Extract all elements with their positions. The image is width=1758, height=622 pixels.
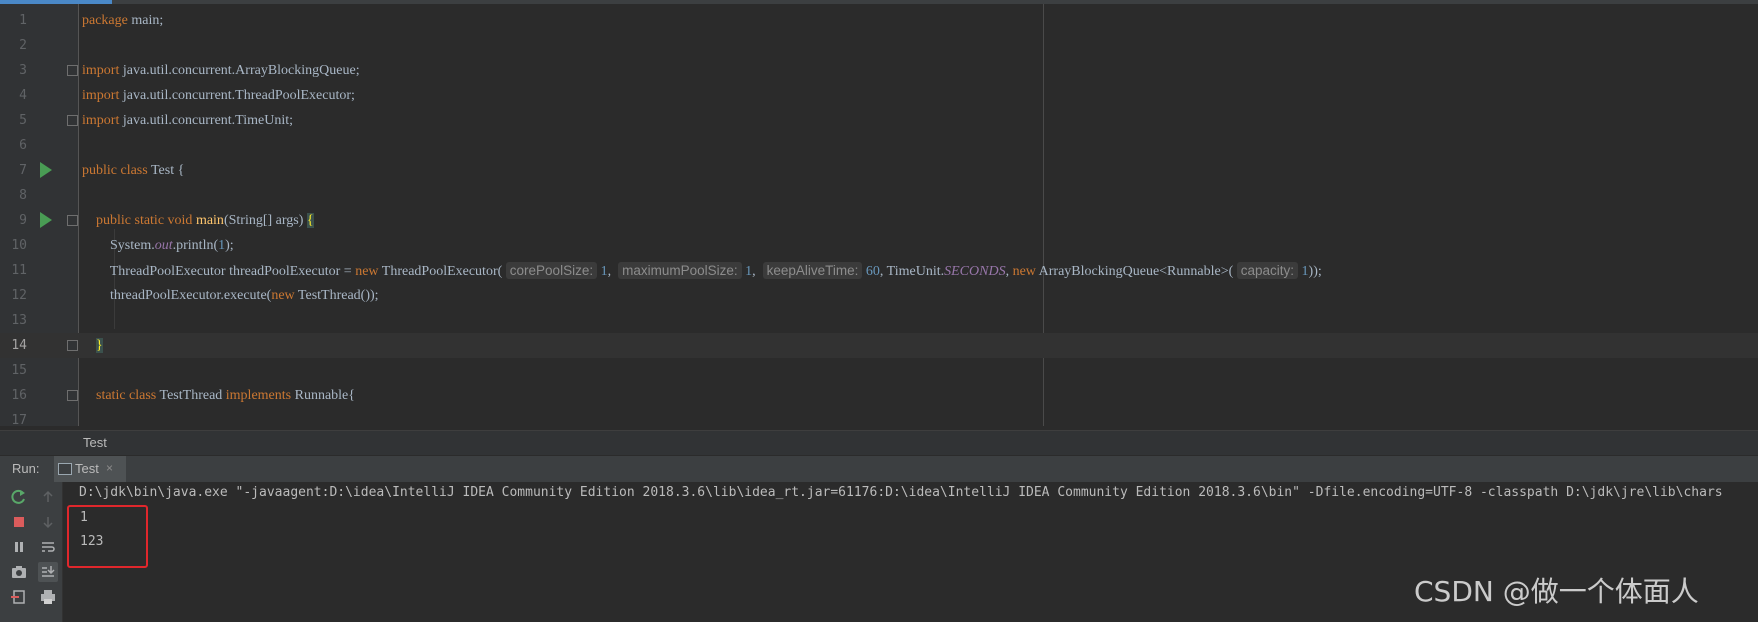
fold-icon[interactable]: [67, 390, 78, 401]
breadcrumb[interactable]: Test: [0, 430, 1758, 455]
line-number: 10: [11, 238, 27, 253]
run-panel-header: Run: Test ×: [0, 455, 1758, 483]
arrow-up-icon[interactable]: [38, 487, 58, 507]
code-line[interactable]: 16 static class TestThread implements Ru…: [0, 383, 1758, 408]
exit-icon[interactable]: [9, 587, 29, 607]
run-tab-test[interactable]: Test ×: [54, 456, 126, 482]
code-text: public class Test {: [82, 163, 185, 178]
line-number: 13: [11, 313, 27, 328]
highlight-box: [67, 505, 148, 568]
line-number: 12: [11, 288, 27, 303]
code-line[interactable]: 11 ThreadPoolExecutor threadPoolExecutor…: [0, 258, 1758, 283]
code-line[interactable]: 17: [0, 408, 1758, 426]
line-number: 14: [11, 338, 27, 353]
console-tab-icon: [58, 463, 72, 475]
stop-icon[interactable]: [9, 512, 29, 532]
line-number: 7: [19, 163, 27, 178]
code-text: import java.util.concurrent.ThreadPoolEx…: [82, 88, 355, 103]
line-number: 15: [11, 363, 27, 378]
code-line[interactable]: 1 package main;: [0, 8, 1758, 33]
line-number: 4: [19, 88, 27, 103]
code-text: public static void main(String[] args) {: [96, 213, 314, 228]
scroll-to-end-icon[interactable]: [38, 562, 58, 582]
print-icon[interactable]: [38, 587, 58, 607]
code-text: import java.util.concurrent.TimeUnit;: [82, 113, 294, 128]
run-gutter-icon[interactable]: [40, 212, 52, 228]
code-line[interactable]: 15: [0, 358, 1758, 383]
code-text: threadPoolExecutor.execute(new TestThrea…: [82, 288, 379, 303]
code-line[interactable]: 10 System.out.println(1);: [0, 233, 1758, 258]
rerun-icon[interactable]: [9, 487, 29, 507]
line-number: 2: [19, 38, 27, 53]
run-gutter-icon[interactable]: [40, 162, 52, 178]
line-number: 6: [19, 138, 27, 153]
fold-icon[interactable]: [67, 115, 78, 126]
code-line[interactable]: 12 threadPoolExecutor.execute(new TestTh…: [0, 283, 1758, 308]
run-label: Run:: [12, 461, 40, 476]
line-number: 1: [19, 13, 27, 28]
camera-icon[interactable]: [9, 562, 29, 582]
line-number: 11: [11, 263, 27, 278]
console-command-line: D:\jdk\bin\java.exe "-javaagent:D:\idea\…: [79, 485, 1723, 500]
run-tab-label: Test: [75, 461, 99, 476]
breadcrumb-item[interactable]: Test: [83, 435, 107, 450]
code-line[interactable]: 4 import java.util.concurrent.ThreadPool…: [0, 83, 1758, 108]
close-icon[interactable]: ×: [106, 461, 113, 475]
line-number: 5: [19, 113, 27, 128]
code-editor[interactable]: 1 package main; 2 3 import java.util.con…: [0, 4, 1758, 426]
arrow-down-icon[interactable]: [38, 512, 58, 532]
code-line[interactable]: 5 import java.util.concurrent.TimeUnit;: [0, 108, 1758, 133]
run-toolbar: [0, 482, 63, 622]
line-number: 9: [19, 213, 27, 228]
fold-icon[interactable]: [67, 215, 78, 226]
code-text: }: [96, 338, 103, 353]
code-text: import java.util.concurrent.ArrayBlockin…: [82, 63, 360, 78]
code-line-current[interactable]: 14 }: [0, 333, 1758, 358]
watermark: CSDN @做一个体面人: [1414, 575, 1699, 608]
soft-wrap-icon[interactable]: [38, 537, 58, 557]
code-line[interactable]: 8: [0, 183, 1758, 208]
code-text: package main;: [82, 13, 164, 28]
code-text: static class TestThread implements Runna…: [96, 388, 355, 403]
fold-icon[interactable]: [67, 65, 78, 76]
line-number: 16: [11, 388, 27, 403]
code-line[interactable]: 2: [0, 33, 1758, 58]
code-line[interactable]: 6: [0, 133, 1758, 158]
code-line[interactable]: 13: [0, 308, 1758, 333]
code-line[interactable]: 7 public class Test {: [0, 158, 1758, 183]
code-line[interactable]: 3 import java.util.concurrent.ArrayBlock…: [0, 58, 1758, 83]
code-line[interactable]: 9 public static void main(String[] args)…: [0, 208, 1758, 233]
pause-icon[interactable]: [9, 537, 29, 557]
code-text: ThreadPoolExecutor threadPoolExecutor = …: [82, 262, 1322, 279]
line-number: 8: [19, 188, 27, 203]
line-number: 3: [19, 63, 27, 78]
code-text: System.out.println(1);: [82, 238, 234, 253]
fold-icon[interactable]: [67, 340, 78, 351]
line-number: 17: [11, 413, 27, 426]
